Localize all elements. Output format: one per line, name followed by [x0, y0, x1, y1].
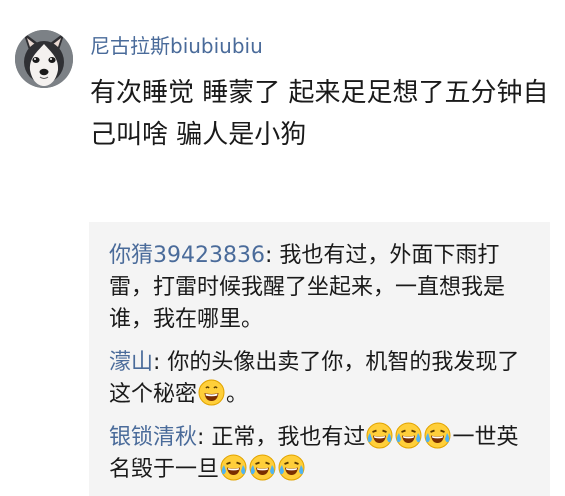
reply-author-name[interactable]: 银锁清秋: [109, 425, 197, 450]
avatar[interactable]: [15, 30, 73, 88]
husky-avatar-icon: [15, 30, 73, 88]
laughing-crying-emoji-icon: [249, 454, 276, 481]
reply-text: 正常，我也有过: [211, 425, 366, 450]
post-content: 有次睡觉 睡蒙了 起来足足想了五分钟自己叫啥 骗人是小狗: [90, 78, 549, 150]
laughing-crying-emoji-icon: [395, 422, 422, 449]
reply-list: 你猜39423836: 我也有过，外面下雨打雷，打雷时候我醒了坐起来，一直想我是…: [89, 222, 550, 496]
laughing-crying-emoji-icon: [220, 454, 247, 481]
reply-item[interactable]: 银锁清秋: 正常，我也有过 一世英名毁于一旦: [109, 422, 533, 486]
reply-text-end: 。: [226, 382, 249, 407]
reply-separator: :: [264, 243, 280, 268]
comment-thread: 尼古拉斯biubiubiu 有次睡觉 睡蒙了 起来足足想了五分钟自己叫啥 骗人是…: [0, 0, 565, 496]
reply-item[interactable]: 你猜39423836: 我也有过，外面下雨打雷，打雷时候我醒了坐起来，一直想我是…: [109, 240, 533, 336]
reply-separator: :: [153, 350, 168, 375]
grinning-emoji-icon: [198, 379, 225, 406]
reply-author-name[interactable]: 你猜39423836: [109, 243, 265, 268]
reply-author-name[interactable]: 濛山: [109, 350, 153, 375]
laughing-crying-emoji-icon: [278, 454, 305, 481]
reply-item[interactable]: 濛山: 你的头像出卖了你，机智的我发现了这个秘密。: [109, 347, 533, 411]
reply-text: 你的头像出卖了你，机智的我发现了这个秘密: [109, 350, 520, 407]
reply-separator: :: [197, 425, 212, 450]
laughing-crying-emoji-icon: [366, 422, 393, 449]
post-author-name[interactable]: 尼古拉斯biubiubiu: [90, 33, 263, 59]
laughing-crying-emoji-icon: [424, 422, 451, 449]
